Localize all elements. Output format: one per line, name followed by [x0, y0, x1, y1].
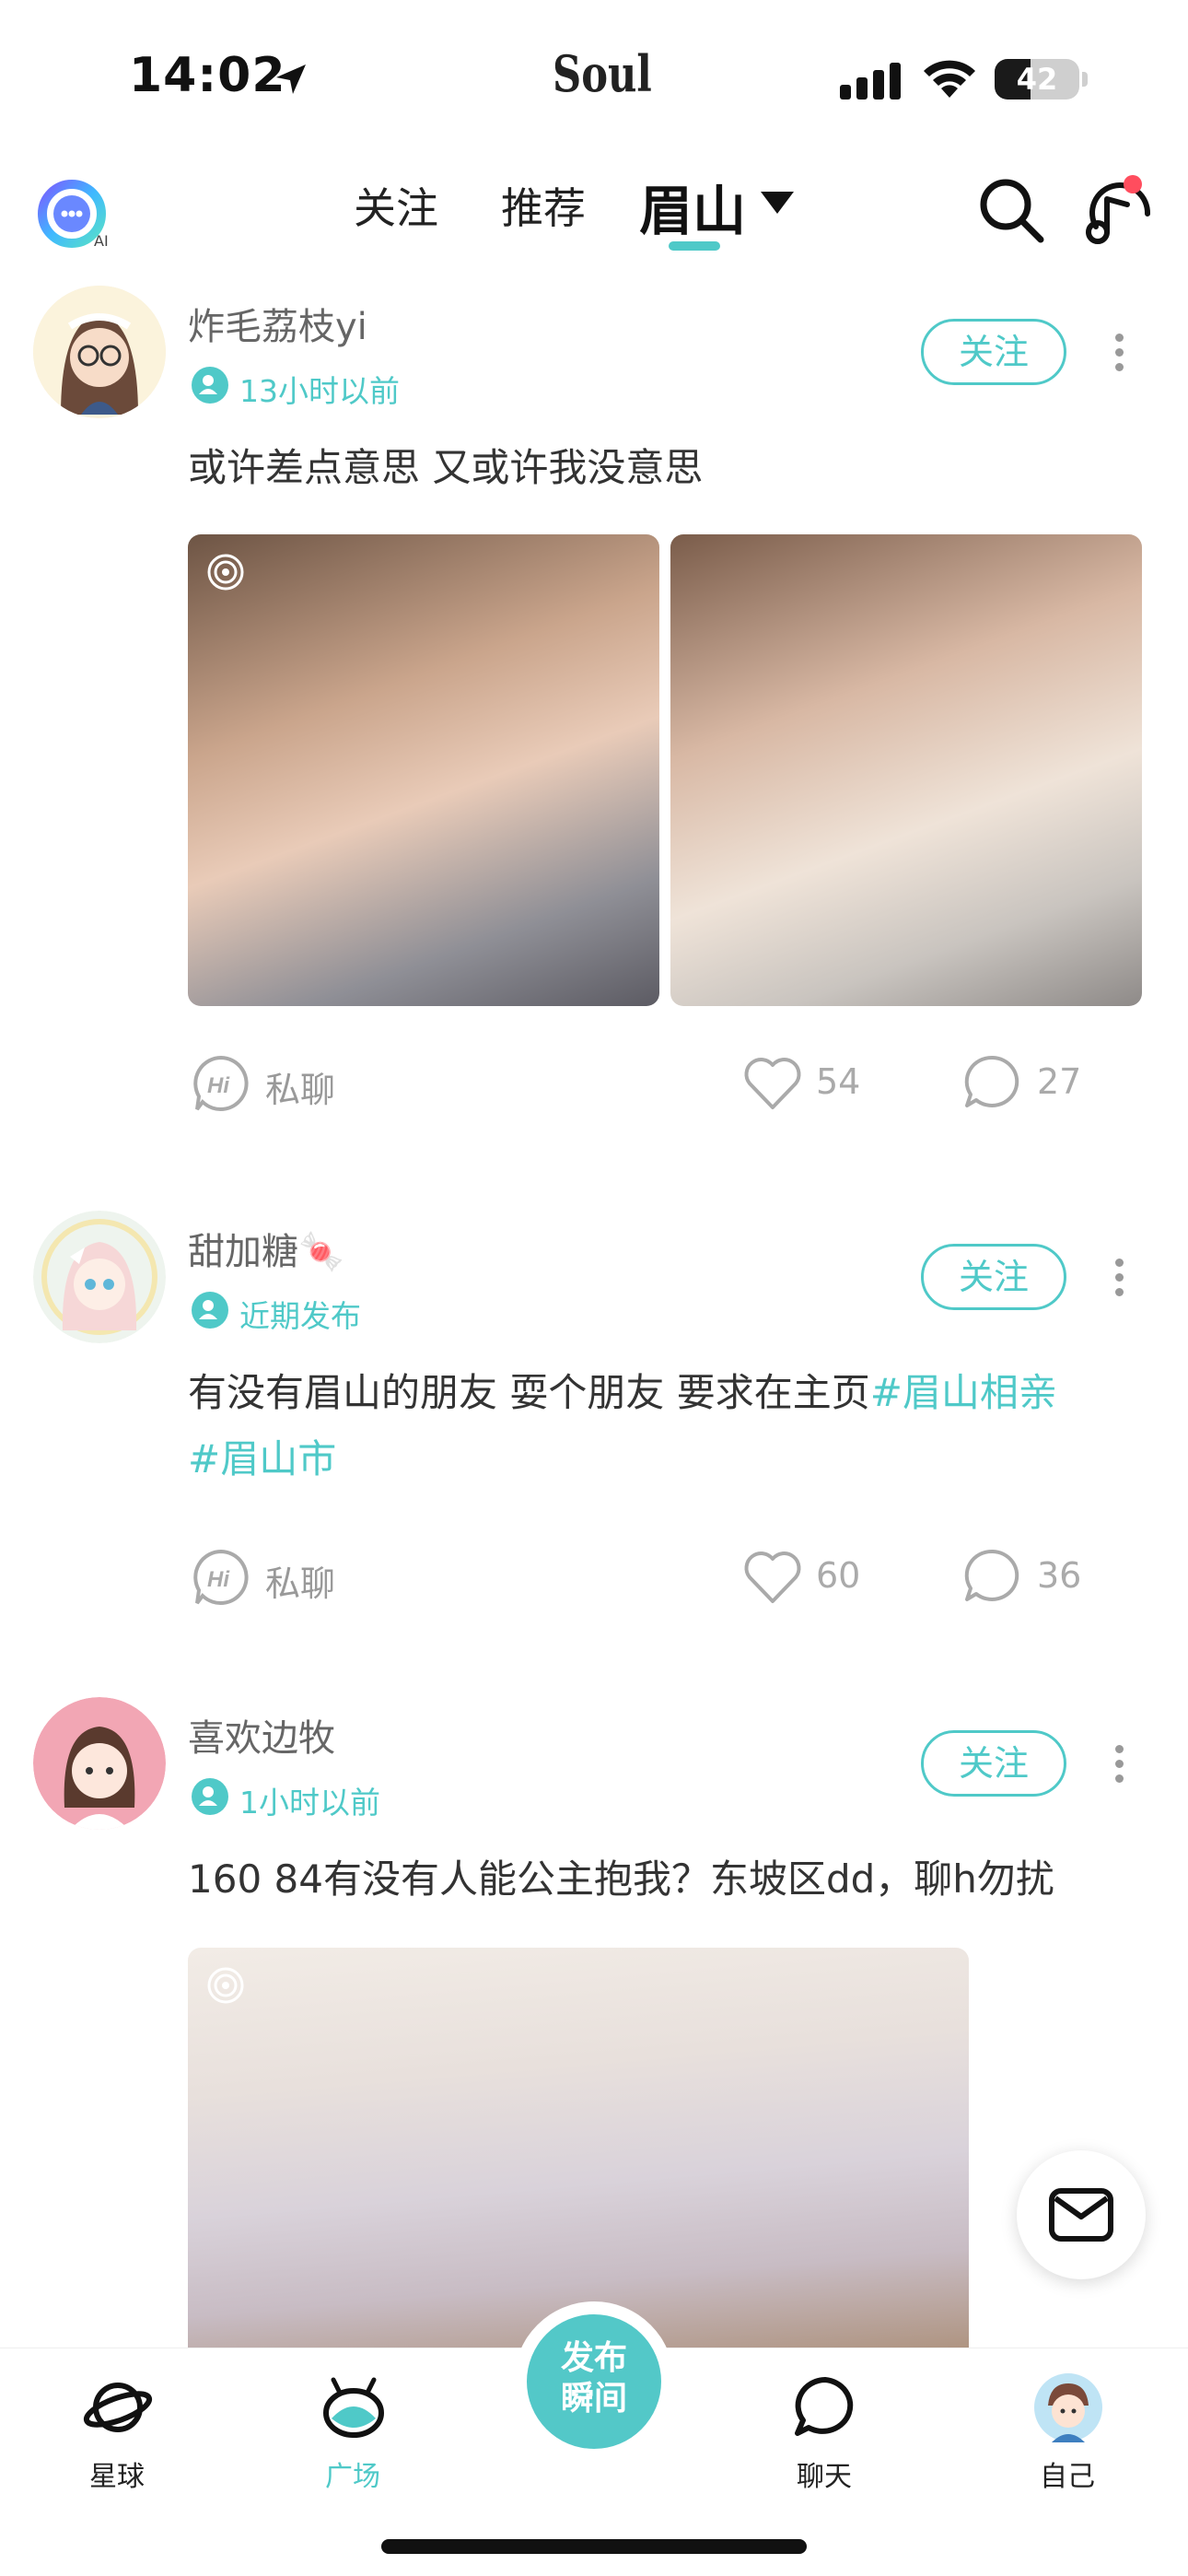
post-photo[interactable] — [188, 1948, 969, 2348]
active-tab-indicator — [669, 241, 720, 251]
post-photo[interactable] — [188, 534, 659, 1006]
private-chat-label[interactable]: 私聊 — [265, 1061, 335, 1112]
publish-label-line2: 瞬间 — [560, 2380, 627, 2418]
wifi-icon — [924, 60, 975, 98]
tab-city[interactable]: 眉山 — [639, 168, 746, 245]
battery-icon: 42 — [995, 59, 1079, 100]
post-text-body: 有没有眉山的朋友 耍个朋友 要求在主页 — [188, 1370, 870, 1415]
tab-chat[interactable]: 聊天 — [755, 2365, 893, 2503]
camera-live-icon — [207, 554, 244, 591]
post-card: 喜欢边牧 1小时以前 关注 160 84有没有人能公主抱我？东坡区dd，聊h勿扰 — [0, 1697, 1188, 2348]
post-time: 13小时以前 — [239, 373, 400, 409]
avatar[interactable] — [33, 286, 166, 418]
user-badge-icon — [192, 1292, 228, 1329]
messages-button[interactable] — [1017, 2150, 1146, 2279]
comment-count: 36 — [1037, 1555, 1082, 1596]
tab-label: 广场 — [325, 2461, 380, 2493]
top-nav: AI 关注 推荐 眉山 — [0, 157, 1188, 276]
avatar[interactable] — [33, 1211, 166, 1343]
heart-icon[interactable] — [742, 1054, 803, 1111]
more-options-icon[interactable] — [1105, 1255, 1133, 1301]
like-count: 60 — [816, 1555, 861, 1596]
publish-moment-button[interactable]: 发布 瞬间 — [527, 2314, 661, 2449]
private-chat-label[interactable]: 私聊 — [265, 1555, 335, 1606]
tab-profile[interactable]: 自己 — [998, 2365, 1136, 2503]
post-text: 或许差点意思 又或许我没意思 — [188, 445, 704, 490]
caret-down-icon[interactable] — [759, 190, 796, 216]
tab-label: 星球 — [89, 2461, 145, 2493]
hi-chat-icon[interactable]: Hi — [192, 1548, 250, 1607]
post-photo[interactable] — [670, 534, 1142, 1006]
publish-label: 发布 瞬间 — [527, 2338, 661, 2419]
svg-text:Hi: Hi — [207, 1567, 230, 1592]
status-time: 14:02 — [129, 48, 286, 103]
camera-live-icon — [207, 1967, 244, 2004]
post-actions: Hi 私聊 60 36 — [0, 1544, 1188, 1618]
like-count: 54 — [816, 1061, 861, 1102]
user-badge-icon — [192, 367, 228, 404]
battery-tip — [1082, 72, 1088, 87]
post-username[interactable]: 甜加糖🍬 — [188, 1222, 344, 1275]
location-arrow-icon — [276, 64, 306, 94]
avatar[interactable] — [33, 1697, 166, 1830]
more-options-icon[interactable] — [1105, 330, 1133, 376]
search-icon[interactable] — [976, 175, 1046, 245]
hashtag-link[interactable]: #眉山市 — [188, 1436, 336, 1481]
carrier-label: Soul — [553, 44, 652, 103]
post-text: 有没有眉山的朋友 耍个朋友 要求在主页#眉山相亲 #眉山市 — [188, 1360, 1127, 1493]
post-text: 160 84有没有人能公主抱我？东坡区dd，聊h勿扰 — [188, 1856, 1054, 1902]
hi-chat-icon[interactable]: Hi — [192, 1054, 250, 1113]
profile-avatar-icon — [1034, 2373, 1102, 2442]
follow-button[interactable]: 关注 — [921, 319, 1066, 385]
comment-icon[interactable] — [963, 1548, 1022, 1605]
envelope-icon — [1049, 2188, 1113, 2242]
home-indicator — [381, 2539, 807, 2554]
user-badge-icon — [192, 1778, 228, 1815]
cellular-signal-icon — [840, 63, 901, 100]
follow-button[interactable]: 关注 — [921, 1730, 1066, 1797]
tab-label: 自己 — [1040, 2461, 1095, 2493]
post-card: 炸毛荔枝yi 13小时以前 关注 或许差点意思 又或许我没意思 Hi 私聊 54… — [0, 286, 1188, 1124]
comment-count: 27 — [1037, 1061, 1082, 1102]
comment-icon[interactable] — [963, 1054, 1022, 1111]
tab-recommended[interactable]: 推荐 — [501, 175, 586, 236]
post-username[interactable]: 喜欢边牧 — [188, 1708, 335, 1762]
svg-text:Hi: Hi — [207, 1073, 230, 1098]
ai-label: AI — [94, 232, 109, 250]
publish-label-line1: 发布 — [560, 2339, 627, 2377]
chat-bubble-icon — [795, 2377, 854, 2436]
post-time: 近期发布 — [239, 1298, 361, 1334]
tab-square[interactable]: 广场 — [284, 2365, 422, 2503]
soul-ai-logo-icon[interactable] — [28, 175, 116, 263]
post-card: 甜加糖🍬 近期发布 关注 有没有眉山的朋友 耍个朋友 要求在主页#眉山相亲 #眉山… — [0, 1211, 1188, 1634]
tab-following[interactable]: 关注 — [354, 175, 438, 236]
tab-planet[interactable]: 星球 — [48, 2365, 186, 2503]
follow-button[interactable]: 关注 — [921, 1244, 1066, 1310]
square-feed-icon — [323, 2377, 384, 2438]
heart-icon[interactable] — [742, 1548, 803, 1605]
status-bar: 14:02 Soul 42 — [0, 0, 1188, 157]
hashtag-link[interactable]: #眉山相亲 — [870, 1370, 1057, 1415]
post-username[interactable]: 炸毛荔枝yi — [188, 297, 367, 350]
music-note-icon[interactable] — [1077, 171, 1160, 249]
battery-percentage: 42 — [1016, 62, 1058, 97]
post-time: 1小时以前 — [239, 1785, 380, 1821]
post-actions: Hi 私聊 54 27 — [0, 1050, 1188, 1124]
more-options-icon[interactable] — [1105, 1741, 1133, 1787]
planet-icon — [83, 2383, 153, 2432]
tab-label: 聊天 — [797, 2461, 852, 2493]
